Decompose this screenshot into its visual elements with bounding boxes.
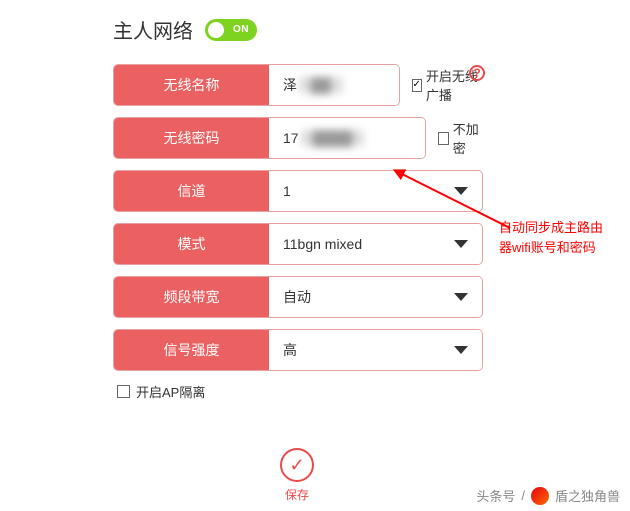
save-button[interactable]: ✓ 保存	[280, 448, 314, 503]
attribution-prefix: 头条号	[476, 486, 515, 505]
attribution-logo-icon	[531, 487, 549, 505]
channel-row[interactable]: 信道 1	[113, 170, 483, 212]
attribution: 头条号 / 盾之独角兽	[476, 486, 620, 505]
bandwidth-label: 频段带宽	[114, 277, 269, 317]
annotation-text: 自动同步成主路由器wifi账号和密码	[499, 218, 614, 257]
password-value-prefix: 17	[283, 130, 299, 146]
chevron-down-icon	[454, 346, 468, 354]
checkbox-icon	[117, 385, 130, 398]
password-row: 无线密码 17████	[113, 117, 426, 159]
ssid-value-hidden: ██	[299, 77, 343, 93]
channel-label: 信道	[114, 171, 269, 211]
help-icon[interactable]: ?	[469, 65, 485, 81]
password-value-hidden: ████	[301, 130, 365, 146]
mode-row[interactable]: 模式 11bgn mixed	[113, 223, 483, 265]
attribution-sep: /	[521, 488, 525, 503]
password-field[interactable]: 17████	[269, 118, 425, 158]
chevron-down-icon	[454, 187, 468, 195]
bandwidth-value: 自动	[283, 287, 311, 307]
save-label: 保存	[280, 486, 314, 503]
password-label: 无线密码	[114, 118, 269, 158]
ap-isolation-checkbox[interactable]: 开启AP隔离	[117, 382, 485, 401]
noencrypt-checkbox[interactable]: 不加密	[438, 119, 485, 157]
noencrypt-label: 不加密	[453, 119, 485, 157]
ssid-value-prefix: 泽	[283, 75, 297, 95]
mode-label: 模式	[114, 224, 269, 264]
signal-value: 高	[283, 340, 297, 360]
chevron-down-icon	[454, 293, 468, 301]
checkbox-icon	[412, 79, 422, 92]
signal-label: 信号强度	[114, 330, 269, 370]
chevron-down-icon	[454, 240, 468, 248]
page-title: 主人网络	[113, 15, 193, 44]
master-network-toggle[interactable]: ON	[205, 19, 257, 41]
signal-row[interactable]: 信号强度 高	[113, 329, 483, 371]
ssid-row: 无线名称 泽██	[113, 64, 400, 106]
channel-value: 1	[283, 183, 291, 199]
toggle-label: ON	[233, 24, 249, 35]
attribution-name: 盾之独角兽	[555, 486, 620, 505]
mode-value: 11bgn mixed	[283, 236, 362, 252]
checkbox-icon	[438, 132, 449, 145]
bandwidth-row[interactable]: 频段带宽 自动	[113, 276, 483, 318]
check-icon: ✓	[280, 448, 314, 482]
settings-form: 无线名称 泽██ 开启无线广播 无线密码 17████ 不加密 信道 1	[0, 64, 485, 401]
ap-isolation-label: 开启AP隔离	[136, 382, 205, 401]
ssid-label: 无线名称	[114, 65, 269, 105]
ssid-field[interactable]: 泽██	[269, 65, 399, 105]
